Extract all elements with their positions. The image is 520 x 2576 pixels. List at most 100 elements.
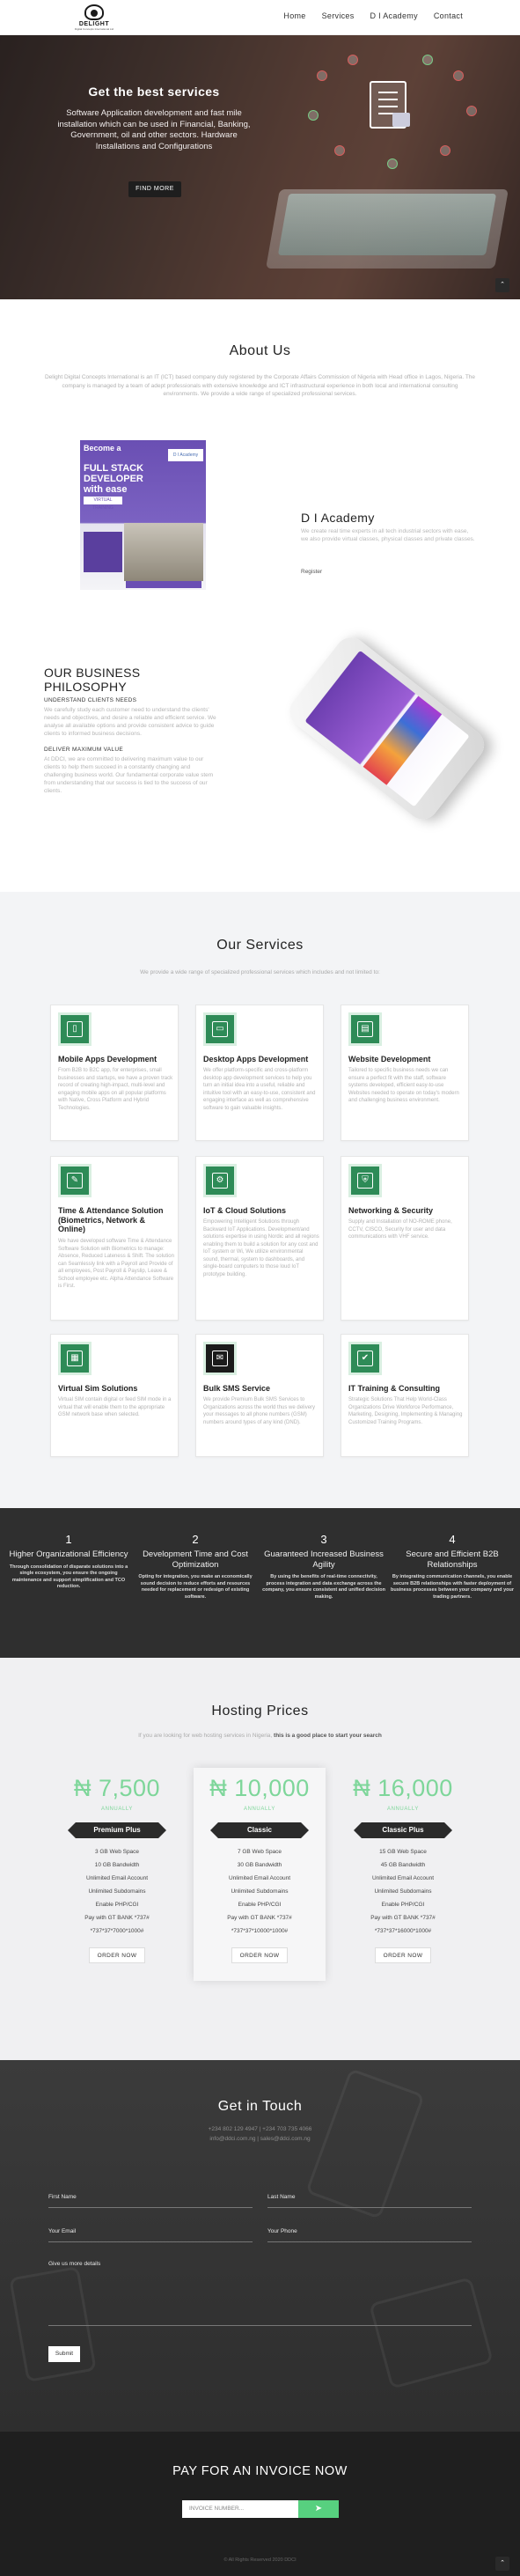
pricing-plan: ₦ 16,000 ANNUALLY Classic Plus 15 GB Web…	[337, 1775, 469, 1969]
logo-subtext: Digital Concepts International Ltd	[74, 27, 114, 31]
flyer-footer-bar	[126, 581, 201, 588]
plan-name: Classic Plus	[354, 1822, 452, 1838]
service-card-title: Time & Attendance Solution (Biometrics, …	[58, 1206, 164, 1233]
plan-feature: Enable PHP/CGI	[95, 1902, 139, 1908]
philosophy-heading: UNDERSTAND CLIENTS NEEDS	[44, 697, 137, 703]
network-security-icon: ⛨	[348, 1164, 382, 1197]
plan-feature: Unlimited Email Account	[85, 1875, 149, 1881]
plan-period: ANNUALLY	[100, 1807, 134, 1812]
benefits-section: 1 Higher Organizational Efficiency Throu…	[0, 1508, 520, 1658]
hero-description: Software Application development and fas…	[57, 108, 251, 151]
network-node-icon	[348, 55, 358, 65]
first-name-field[interactable]: First Name	[48, 2190, 253, 2208]
service-card-iot-cloud[interactable]: ⚙ IoT & Cloud Solutions Empowering Intel…	[195, 1156, 324, 1321]
service-card-training[interactable]: ✔ IT Training & Consulting Strategic Sol…	[341, 1334, 469, 1457]
plan-features: 3 GB Web Space 10 GB Bandwidth Unlimited…	[51, 1845, 183, 1938]
benefit-text: Opting for integration, you make an econ…	[138, 1574, 253, 1600]
email-field[interactable]: Your Email	[48, 2225, 253, 2242]
service-card-text: We offer platform-specific and cross-pla…	[203, 1068, 316, 1111]
smartphone-image	[229, 630, 491, 826]
scroll-top-button[interactable]: ⌃	[495, 278, 509, 292]
benefit-number: 2	[192, 1533, 199, 1546]
service-card-attendance[interactable]: ✎ Time & Attendance Solution (Biometrics…	[50, 1156, 179, 1321]
attendance-icon: ✎	[58, 1164, 92, 1197]
plan-feature: 30 GB Bandwidth	[237, 1862, 282, 1868]
bulk-sms-icon: ✉	[203, 1342, 237, 1375]
invoice-section: PAY FOR AN INVOICE NOW INVOICE NUMBER...…	[0, 2432, 520, 2576]
service-card-text: Supply and Installation of NO-ROME phone…	[348, 1219, 452, 1240]
iot-cloud-icon: ⚙	[203, 1164, 237, 1197]
nav-link-contact[interactable]: Contact	[426, 11, 471, 20]
plan-period: ANNUALLY	[243, 1807, 276, 1812]
plan-feature: 45 GB Bandwidth	[380, 1862, 426, 1868]
service-card-text: We have developed software Time & Attend…	[58, 1239, 174, 1289]
flyer-photo	[124, 523, 203, 581]
services-section: Our Services We provide a wide range of …	[0, 892, 520, 1508]
nav-link-academy[interactable]: D I Academy	[363, 11, 426, 20]
flyer-tag: VIRTUAL TRAINING	[84, 497, 122, 511]
logo-text: DELIGHT	[78, 21, 110, 27]
field-label: Last Name	[267, 2194, 296, 2200]
contact-title: Get in Touch	[217, 2099, 303, 2114]
send-icon[interactable]: ➤	[298, 2500, 339, 2518]
service-card-desktop-apps[interactable]: ▭ Desktop Apps Development We offer plat…	[195, 1005, 324, 1141]
plan-feature: Enable PHP/CGI	[238, 1902, 282, 1908]
last-name-field[interactable]: Last Name	[267, 2190, 472, 2208]
submit-button[interactable]: Submit	[48, 2346, 80, 2362]
philosophy-title: OUR BUSINESS PHILOSOPHY	[44, 666, 141, 694]
benefit-item: 2 Development Time and Cost Optimization…	[134, 1533, 257, 1601]
flyer-logo: D I Academy	[168, 449, 203, 461]
field-label: First Name	[48, 2194, 77, 2200]
about-description: Delight Digital Concepts International i…	[44, 374, 476, 397]
hosting-section: Hosting Prices If you are looking for we…	[0, 1658, 520, 2060]
philosophy-heading: DELIVER MAXIMUM VALUE	[44, 747, 123, 753]
plan-features: 7 GB Web Space 30 GB Bandwidth Unlimited…	[194, 1845, 326, 1938]
scroll-top-button[interactable]: ⌃	[495, 2557, 509, 2571]
order-now-button[interactable]: ORDER NOW	[89, 1947, 145, 1963]
plan-price: ₦ 16,000	[353, 1775, 453, 1801]
service-card-title: Networking & Security	[348, 1206, 434, 1215]
website-icon: ▤	[348, 1012, 382, 1046]
benefit-text: By using the benefits of real-time conne…	[262, 1574, 385, 1600]
service-card-title: IoT & Cloud Solutions	[203, 1206, 286, 1215]
training-icon: ✔	[348, 1342, 382, 1375]
service-card-networking[interactable]: ⛨ Networking & Security Supply and Insta…	[341, 1156, 469, 1321]
message-field[interactable]: Give us more details	[48, 2257, 472, 2326]
philosophy-text: At DDCI, we are committed to delivering …	[44, 756, 214, 794]
service-card-virtual-sim[interactable]: ▦ Virtual Sim Solutions Virtual SIM cont…	[50, 1334, 179, 1457]
plan-feature: Unlimited Email Account	[371, 1875, 435, 1881]
plan-feature: Enable PHP/CGI	[381, 1902, 425, 1908]
service-card-title: Mobile Apps Development	[58, 1055, 157, 1064]
service-card-website[interactable]: ▤ Website Development Tailored to specif…	[341, 1005, 469, 1141]
nav-link-services[interactable]: Services	[314, 11, 363, 20]
service-card-title: Desktop Apps Development	[203, 1055, 309, 1064]
hero-title: Get the best services	[88, 85, 220, 99]
nav-link-home[interactable]: Home	[275, 11, 313, 20]
philosophy-text: We carefully study each customer need to…	[44, 707, 216, 737]
network-node-icon	[308, 110, 319, 121]
find-more-button[interactable]: FIND MORE	[128, 181, 181, 197]
academy-register-link[interactable]: Register	[301, 569, 322, 575]
plan-feature: Pay with GT BANK *737#	[370, 1915, 436, 1921]
benefit-text: Through consolidation of disparate solut…	[9, 1564, 128, 1590]
plan-feature: Unlimited Email Account	[228, 1875, 291, 1881]
service-card-mobile-apps[interactable]: ▯ Mobile Apps Development From B2B to B2…	[50, 1005, 179, 1141]
order-now-button[interactable]: ORDER NOW	[231, 1947, 288, 1963]
invoice-number-input[interactable]: INVOICE NUMBER...	[182, 2500, 298, 2518]
nav-menu: Home Services D I Academy Contact	[275, 11, 471, 20]
order-now-button[interactable]: ORDER NOW	[375, 1947, 431, 1963]
academy-title: D I Academy	[301, 511, 375, 525]
contact-phones: +234 802 129 4947 | +234 703 735 4066	[208, 2126, 312, 2132]
brand-logo[interactable]: DELIGHT Digital Concepts International L…	[72, 4, 116, 31]
network-node-icon	[422, 55, 433, 65]
phone-field[interactable]: Your Phone	[267, 2225, 472, 2242]
service-card-title: Website Development	[348, 1055, 431, 1064]
about-title: About Us	[229, 343, 291, 358]
service-card-text: Virtual SIM contain digital or feed SIM …	[58, 1397, 172, 1417]
contact-emails: info@ddci.com.ng | sales@ddci.com.ng	[209, 2136, 311, 2142]
hosting-subtitle: If you are looking for web hosting servi…	[138, 1733, 382, 1739]
service-card-bulk-sms[interactable]: ✉ Bulk SMS Service We provide Premium Bu…	[195, 1334, 324, 1457]
contact-section: Get in Touch +234 802 129 4947 | +234 70…	[0, 2060, 520, 2432]
flyer-heading: Become a	[84, 444, 121, 453]
phone-body	[282, 630, 491, 826]
